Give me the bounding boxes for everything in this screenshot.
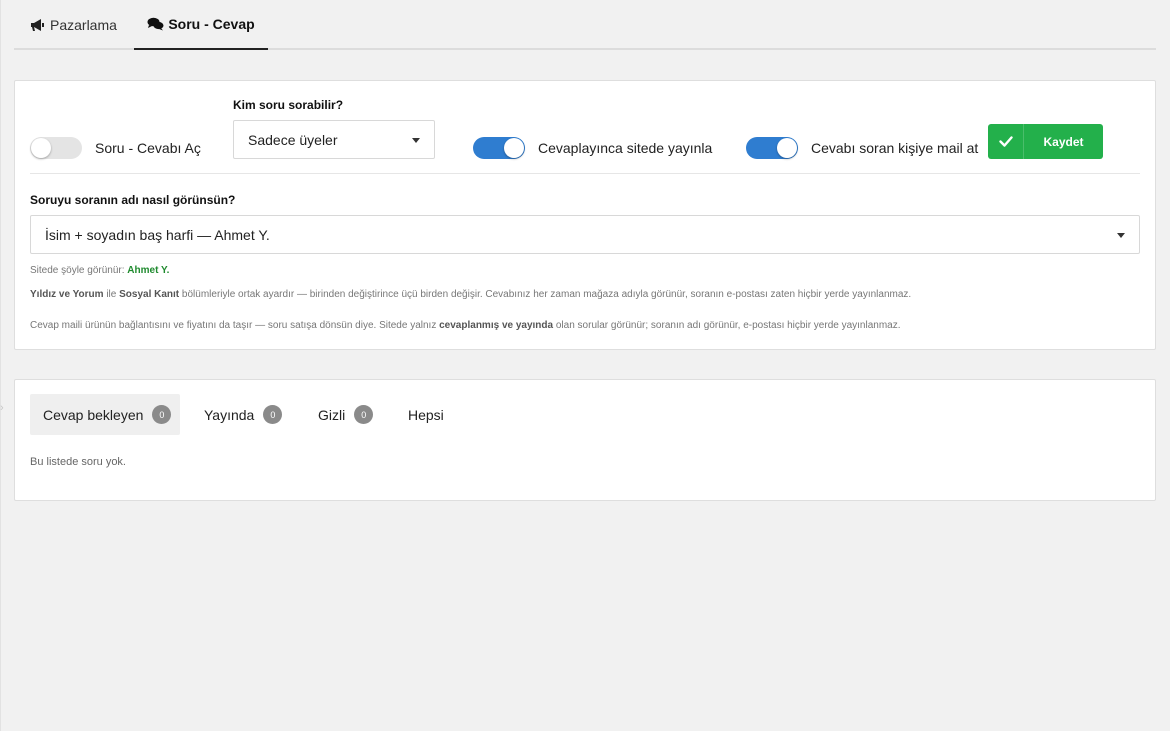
empty-list-message: Bu listede soru yok. <box>30 456 126 468</box>
who-can-ask-value: Sadece üyeler <box>248 131 338 148</box>
count-badge: 0 <box>263 405 283 424</box>
settings-panel: Soru - Cevabı Aç Kim soru sorabilir? Sad… <box>14 80 1156 350</box>
note-text: bölümleriyle ortak ayardır — birinden de… <box>179 289 912 300</box>
list-tab-hidden[interactable]: Gizli 0 <box>318 394 374 435</box>
caret-down-icon <box>412 137 420 143</box>
enable-qa-toggle[interactable] <box>30 137 82 159</box>
note-bold-social: Sosyal Kanıt <box>119 289 180 300</box>
mail-info-note: Cevap maili ürünün bağlantısını ve fiyat… <box>30 320 901 331</box>
note-text: Cevap maili ürünün bağlantısını ve fiyat… <box>30 320 440 331</box>
check-icon <box>988 124 1024 159</box>
list-tab-label: Hepsi <box>408 406 444 423</box>
enable-qa-label: Soru - Cevabı Aç <box>95 140 201 156</box>
top-tabs: Pazarlama Soru - Cevap <box>14 0 1156 50</box>
tab-marketing[interactable]: Pazarlama <box>30 0 117 50</box>
preview-note: Sitede şöyle görünür: Ahmet Y. <box>30 265 169 276</box>
save-button-label: Kaydet <box>1043 134 1084 149</box>
note-bold-published: cevaplanmış ve yayında <box>439 320 554 331</box>
note-text: ile <box>103 289 120 300</box>
list-tab-label: Cevap bekleyen <box>43 406 144 423</box>
count-badge: 0 <box>354 405 374 424</box>
mail-toggle-label: Cevabı soran kişiye mail at <box>811 140 979 156</box>
name-display-select[interactable]: İsim + soyadın baş harfi — Ahmet Y. <box>30 215 1140 254</box>
shared-setting-note: Yıldız ve Yorum ile Sosyal Kanıt bölümle… <box>30 289 911 300</box>
list-tab-published[interactable]: Yayında 0 <box>204 394 283 435</box>
name-display-value: İsim + soyadın baş harfi — Ahmet Y. <box>45 226 270 243</box>
divider <box>30 173 1140 174</box>
chevron-right-icon[interactable]: › <box>0 403 4 414</box>
left-edge <box>0 0 1 731</box>
caret-down-icon <box>1117 232 1125 238</box>
note-bold-rating: Yıldız ve Yorum <box>30 289 104 300</box>
preview-value: Ahmet Y. <box>127 265 170 276</box>
list-tab-all[interactable]: Hepsi <box>408 394 444 435</box>
comments-icon <box>147 17 164 31</box>
who-can-ask-label: Kim soru sorabilir? <box>233 98 344 112</box>
preview-prefix: Sitede şöyle görünür: <box>30 265 125 276</box>
who-can-ask-select[interactable]: Sadece üyeler <box>233 120 435 159</box>
mail-toggle[interactable] <box>746 137 798 159</box>
tab-qa-label: Soru - Cevap <box>168 16 255 32</box>
name-display-label: Soruyu soranın adı nasıl görünsün? <box>30 193 236 207</box>
note-text: olan sorular görünür; soranın adı görünü… <box>553 320 901 331</box>
questions-panel: Cevap bekleyen 0 Yayında 0 Gizli 0 Hepsi… <box>14 379 1156 501</box>
tab-qa[interactable]: Soru - Cevap <box>134 0 268 50</box>
publish-toggle[interactable] <box>473 137 525 159</box>
list-tab-label: Yayında <box>204 406 255 423</box>
save-button[interactable]: Kaydet <box>988 124 1103 159</box>
list-tab-label: Gizli <box>318 406 346 423</box>
megaphone-icon <box>30 18 46 32</box>
publish-toggle-label: Cevaplayınca sitede yayınla <box>538 140 713 156</box>
list-tab-pending[interactable]: Cevap bekleyen 0 <box>30 394 180 435</box>
tab-marketing-label: Pazarlama <box>50 17 117 33</box>
count-badge: 0 <box>152 405 172 424</box>
